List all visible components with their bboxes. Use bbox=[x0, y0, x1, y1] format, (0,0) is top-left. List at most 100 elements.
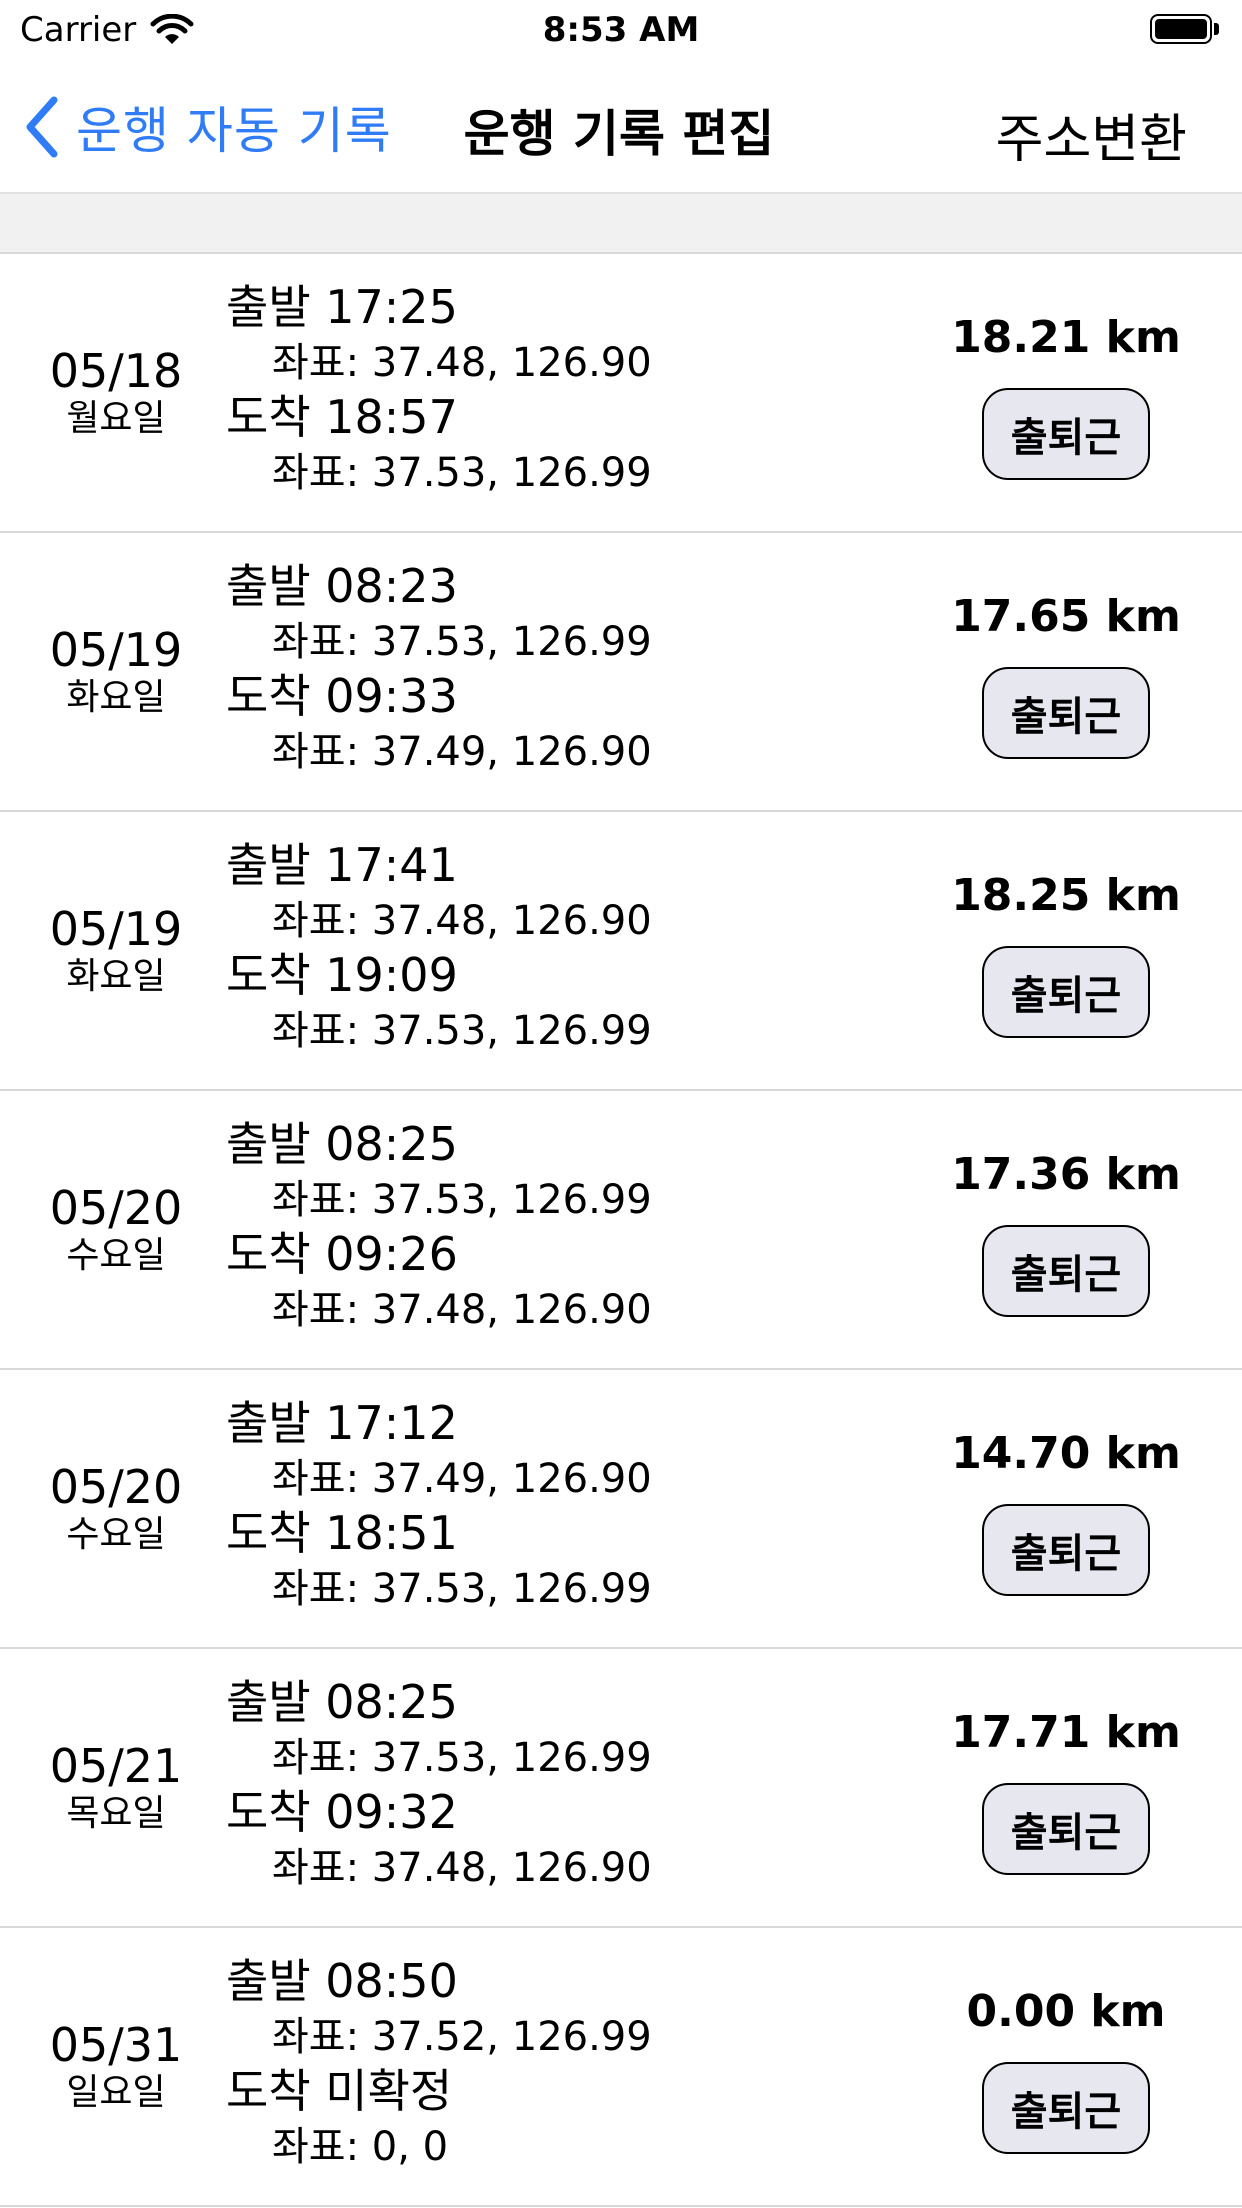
date-column: 05/21 목요일 bbox=[0, 1649, 232, 1926]
arrival-label: 도착 bbox=[226, 948, 311, 1002]
trip-date: 05/20 bbox=[49, 1459, 183, 1514]
coord-label: 좌표: bbox=[272, 619, 360, 665]
trip-type-button[interactable]: 출퇴근 bbox=[982, 388, 1150, 480]
arrival-label: 도착 bbox=[226, 2064, 311, 2118]
date-column: 05/18 월요일 bbox=[0, 254, 232, 531]
departure-time: 08:50 bbox=[325, 1954, 458, 2008]
departure-label: 출발 bbox=[226, 280, 311, 334]
arrival-time: 09:26 bbox=[325, 1227, 458, 1281]
trip-row[interactable]: 05/20 수요일 출발 17:12 좌표: 37.49, 126.90 도착 … bbox=[0, 1370, 1242, 1649]
trip-details: 출발 17:41 좌표: 37.48, 126.90 도착 19:09 좌표: … bbox=[226, 838, 652, 1058]
departure-time: 17:12 bbox=[325, 1396, 458, 1450]
departure-coord-value: 37.48, 126.90 bbox=[371, 340, 652, 386]
arrival-time: 18:51 bbox=[325, 1506, 458, 1560]
trip-date: 05/19 bbox=[49, 622, 183, 677]
departure-coordinates: 좌표: 37.48, 126.90 bbox=[226, 894, 652, 948]
departure-coord-value: 37.49, 126.90 bbox=[371, 1456, 652, 1502]
trip-distance: 17.71 km bbox=[951, 1707, 1181, 1758]
date-column: 05/20 수요일 bbox=[0, 1091, 232, 1368]
departure-coord-value: 37.52, 126.99 bbox=[371, 2014, 652, 2060]
arrival-line: 도착 09:32 bbox=[226, 1785, 652, 1841]
coord-label: 좌표: bbox=[272, 1287, 360, 1333]
trip-row[interactable]: 05/21 목요일 출발 08:25 좌표: 37.53, 126.99 도착 … bbox=[0, 1649, 1242, 1928]
date-column: 05/31 일요일 bbox=[0, 1928, 232, 2205]
trip-row[interactable]: 05/31 일요일 출발 08:50 좌표: 37.52, 126.99 도착 … bbox=[0, 1928, 1242, 2207]
arrival-coord-value: 37.49, 126.90 bbox=[371, 729, 652, 775]
arrival-label: 도착 bbox=[226, 669, 311, 723]
coord-label: 좌표: bbox=[272, 1735, 360, 1781]
arrival-coord-value: 37.53, 126.99 bbox=[371, 450, 652, 496]
trip-date: 05/18 bbox=[49, 343, 183, 398]
trip-type-button[interactable]: 출퇴근 bbox=[982, 1504, 1150, 1596]
arrival-time: 09:32 bbox=[325, 1785, 458, 1839]
departure-label: 출발 bbox=[226, 1117, 311, 1171]
arrival-time: 19:09 bbox=[325, 948, 458, 1002]
coord-label: 좌표: bbox=[272, 1566, 360, 1612]
trip-summary: 18.25 km 출퇴근 bbox=[946, 870, 1186, 1038]
section-header bbox=[0, 194, 1242, 254]
departure-line: 출발 17:41 bbox=[226, 838, 652, 894]
trip-weekday: 화요일 bbox=[66, 676, 166, 718]
coord-label: 좌표: bbox=[272, 898, 360, 944]
trip-date: 05/20 bbox=[49, 1180, 183, 1235]
date-column: 05/20 수요일 bbox=[0, 1370, 232, 1647]
arrival-label: 도착 bbox=[226, 390, 311, 444]
trip-summary: 17.65 km 출퇴근 bbox=[946, 591, 1186, 759]
departure-coordinates: 좌표: 37.52, 126.99 bbox=[226, 2010, 652, 2064]
departure-coordinates: 좌표: 37.53, 126.99 bbox=[226, 1731, 652, 1785]
arrival-time: 09:33 bbox=[325, 669, 458, 723]
trip-weekday: 목요일 bbox=[66, 1792, 166, 1834]
departure-coord-value: 37.53, 126.99 bbox=[371, 1735, 652, 1781]
arrival-line: 도착 18:57 bbox=[226, 390, 652, 446]
trip-weekday: 화요일 bbox=[66, 955, 166, 997]
trip-row[interactable]: 05/19 화요일 출발 17:41 좌표: 37.48, 126.90 도착 … bbox=[0, 812, 1242, 1091]
departure-coordinates: 좌표: 37.53, 126.99 bbox=[226, 615, 652, 669]
arrival-time: 18:57 bbox=[325, 390, 458, 444]
arrival-coordinates: 좌표: 0, 0 bbox=[226, 2120, 652, 2174]
departure-coordinates: 좌표: 37.53, 126.99 bbox=[226, 1173, 652, 1227]
trip-summary: 0.00 km 출퇴근 bbox=[946, 1986, 1186, 2154]
trip-type-button[interactable]: 출퇴근 bbox=[982, 2062, 1150, 2154]
trip-type-button[interactable]: 출퇴근 bbox=[982, 1225, 1150, 1317]
arrival-time: 미확정 bbox=[325, 2064, 453, 2118]
departure-line: 출발 08:23 bbox=[226, 559, 652, 615]
coord-label: 좌표: bbox=[272, 729, 360, 775]
coord-label: 좌표: bbox=[272, 340, 360, 386]
trip-weekday: 월요일 bbox=[66, 397, 166, 439]
status-bar: Carrier 8:53 AM bbox=[0, 0, 1242, 62]
departure-time: 17:25 bbox=[325, 280, 458, 334]
trip-details: 출발 08:25 좌표: 37.53, 126.99 도착 09:32 좌표: … bbox=[226, 1675, 652, 1895]
navigation-bar: 운행 자동 기록 운행 기록 편집 주소변환 bbox=[0, 62, 1242, 194]
departure-label: 출발 bbox=[226, 1396, 311, 1450]
coord-label: 좌표: bbox=[272, 1177, 360, 1223]
departure-coordinates: 좌표: 37.49, 126.90 bbox=[226, 1452, 652, 1506]
trip-details: 출발 08:50 좌표: 37.52, 126.99 도착 미확정 좌표: 0,… bbox=[226, 1954, 652, 2174]
trip-row[interactable]: 05/20 수요일 출발 08:25 좌표: 37.53, 126.99 도착 … bbox=[0, 1091, 1242, 1370]
departure-line: 출발 17:25 bbox=[226, 280, 652, 336]
coord-label: 좌표: bbox=[272, 1456, 360, 1502]
arrival-coordinates: 좌표: 37.48, 126.90 bbox=[226, 1841, 652, 1895]
departure-line: 출발 08:50 bbox=[226, 1954, 652, 2010]
trip-distance: 17.65 km bbox=[951, 591, 1181, 642]
status-time: 8:53 AM bbox=[542, 10, 700, 50]
trip-type-button[interactable]: 출퇴근 bbox=[982, 667, 1150, 759]
address-convert-button[interactable]: 주소변환 bbox=[996, 97, 1187, 172]
arrival-coord-value: 37.48, 126.90 bbox=[371, 1845, 652, 1891]
arrival-label: 도착 bbox=[226, 1785, 311, 1839]
date-column: 05/19 화요일 bbox=[0, 812, 232, 1089]
arrival-coordinates: 좌표: 37.53, 126.99 bbox=[226, 1004, 652, 1058]
trip-summary: 18.21 km 출퇴근 bbox=[946, 312, 1186, 480]
arrival-line: 도착 09:26 bbox=[226, 1227, 652, 1283]
departure-label: 출발 bbox=[226, 1954, 311, 2008]
arrival-line: 도착 18:51 bbox=[226, 1506, 652, 1562]
arrival-coordinates: 좌표: 37.48, 126.90 bbox=[226, 1283, 652, 1337]
trip-row[interactable]: 05/19 화요일 출발 08:23 좌표: 37.53, 126.99 도착 … bbox=[0, 533, 1242, 812]
arrival-coord-value: 37.48, 126.90 bbox=[371, 1287, 652, 1333]
trip-list: 05/18 월요일 출발 17:25 좌표: 37.48, 126.90 도착 … bbox=[0, 254, 1242, 2207]
trip-type-button[interactable]: 출퇴근 bbox=[982, 946, 1150, 1038]
trip-row[interactable]: 05/18 월요일 출발 17:25 좌표: 37.48, 126.90 도착 … bbox=[0, 254, 1242, 533]
arrival-line: 도착 09:33 bbox=[226, 669, 652, 725]
arrival-coord-value: 0, 0 bbox=[371, 2124, 449, 2170]
trip-type-button[interactable]: 출퇴근 bbox=[982, 1783, 1150, 1875]
departure-time: 08:25 bbox=[325, 1117, 458, 1171]
